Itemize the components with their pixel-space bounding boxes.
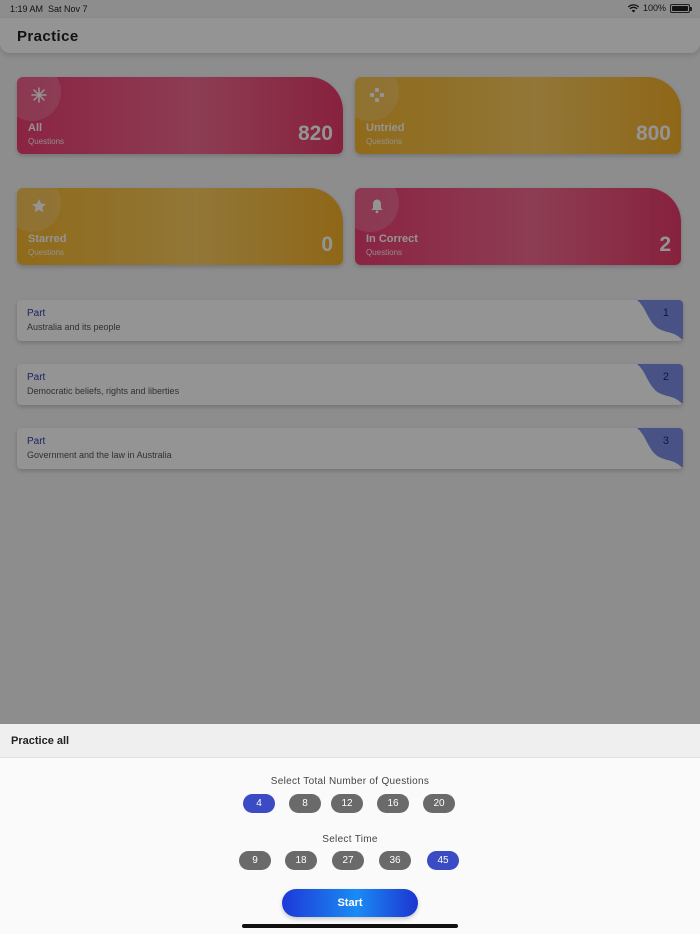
time-option-9[interactable]: 9 (239, 851, 271, 870)
time-option-36[interactable]: 36 (379, 851, 411, 870)
start-button[interactable]: Start (282, 889, 418, 917)
time-option-18[interactable]: 18 (285, 851, 317, 870)
question-option-12[interactable]: 12 (331, 794, 363, 813)
question-option-4[interactable]: 4 (243, 794, 275, 813)
home-indicator[interactable] (242, 924, 458, 928)
time-label: Select Time (322, 834, 378, 845)
question-option-16[interactable]: 16 (377, 794, 409, 813)
question-count-label: Select Total Number of Questions (270, 776, 430, 787)
time-option-45[interactable]: 45 (427, 851, 459, 870)
sheet-title: Practice all (11, 735, 70, 747)
practice-bottom-sheet: Practice all Select Total Number of Ques… (0, 724, 700, 934)
question-option-8[interactable]: 8 (289, 794, 321, 813)
sheet-header: Practice all (0, 724, 700, 758)
time-option-27[interactable]: 27 (332, 851, 364, 870)
question-option-20[interactable]: 20 (423, 794, 455, 813)
